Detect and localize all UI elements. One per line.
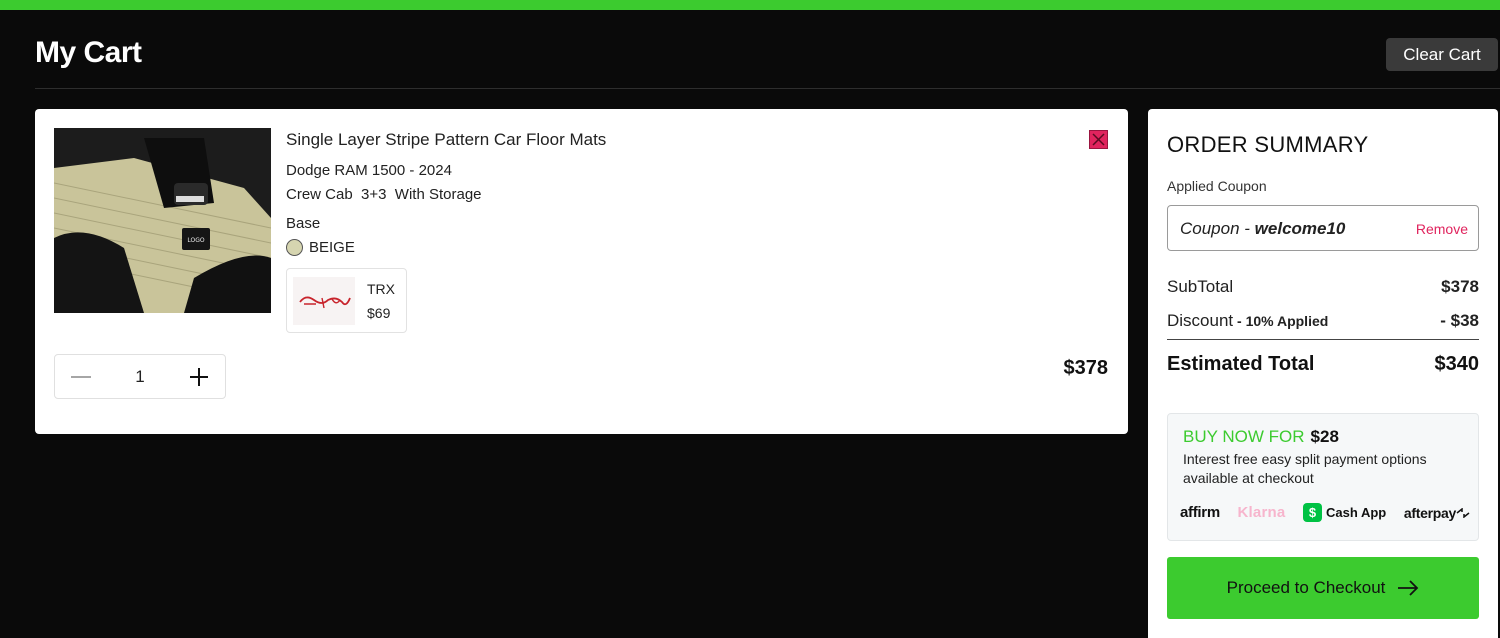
klarna-logo: Klarna [1237,504,1286,521]
plus-icon [190,367,208,386]
addon-card: TRX $69 [286,268,407,333]
applied-coupon-box: Coupon - welcome10 Remove [1167,205,1479,251]
product-title[interactable]: Single Layer Stripe Pattern Car Floor Ma… [286,130,606,150]
cart-item-card: LOGO Single Layer Stripe Pattern Car Flo… [35,109,1128,434]
bnpl-amount: $28 [1310,427,1339,446]
subtotal-label: SubTotal [1167,277,1234,296]
estimated-total-row: Estimated Total $340 [1167,353,1479,376]
subtotal-value: $378 [1441,277,1479,296]
checkout-label: Proceed to Checkout [1226,578,1386,597]
discount-value: - $38 [1440,311,1479,330]
subtotal-row: SubTotal $378 [1167,277,1479,297]
color-swatch [286,239,303,256]
minus-icon [71,375,91,378]
applied-coupon-label: Applied Coupon [1167,178,1267,194]
summary-title: ORDER SUMMARY [1167,132,1369,157]
addon-logo-image [293,277,355,325]
buy-now-pay-later-box: BUY NOW FOR $28 Interest free easy split … [1167,413,1479,541]
discount-label: Discount [1167,311,1234,330]
product-vehicle: Dodge RAM 1500 - 2024 [286,162,452,179]
decrease-quantity-button[interactable] [55,355,107,398]
remove-coupon-link[interactable]: Remove [1416,221,1468,237]
discount-row: Discount - 10% Applied - $38 [1167,311,1479,331]
cash-app-name: Cash App [1326,505,1387,520]
quantity-value[interactable]: 1 [107,367,173,387]
product-color: BEIGE [286,239,355,256]
afterpay-logo: afterpay [1404,505,1470,521]
page-title: My Cart [35,36,142,69]
estimated-total-label: Estimated Total [1167,353,1315,375]
discount-note: - 10% Applied [1233,313,1329,329]
increase-quantity-button[interactable] [173,355,225,398]
bnpl-headline: BUY NOW FOR $28 [1183,427,1339,447]
remove-item-button[interactable] [1089,130,1108,149]
product-trim: Base [286,215,321,232]
clear-cart-button[interactable]: Clear Cart [1386,38,1498,71]
afterpay-arrows-icon [1456,506,1470,519]
bnpl-description: Interest free easy split payment options… [1183,451,1427,486]
top-accent-bar [0,0,1500,10]
order-summary-panel: ORDER SUMMARY Applied Coupon Coupon - we… [1148,109,1498,638]
coupon-code: welcome10 [1254,219,1346,238]
summary-divider [1167,339,1479,340]
coupon-text: Coupon - welcome10 [1180,219,1345,239]
addon-price: $69 [367,305,391,321]
quantity-stepper: 1 [54,354,226,399]
product-config: Crew Cab 3+3 With Storage [286,186,482,203]
discount-label-group: Discount - 10% Applied [1167,311,1328,331]
coupon-prefix: Coupon - [1180,219,1255,238]
afterpay-name: afterpay [1403,504,1456,521]
affirm-logo: affirm [1180,504,1220,521]
arrow-right-icon [1398,580,1419,596]
cash-app-icon: $ [1303,503,1323,522]
addon-name: TRX [367,281,395,297]
svg-text:LOGO: LOGO [187,237,205,244]
color-name: BEIGE [309,239,355,256]
product-image: LOGO [54,128,271,313]
line-total: $378 [1063,357,1109,379]
bnpl-headline-text: BUY NOW FOR [1183,427,1305,446]
estimated-total-value: $340 [1434,353,1480,375]
payment-providers: affirm Klarna $ Cash App afterpay [1180,503,1470,522]
close-icon [1092,133,1105,146]
header-divider [35,88,1500,89]
proceed-to-checkout-button[interactable]: Proceed to Checkout [1167,557,1479,619]
cash-app-logo: $ Cash App [1303,503,1386,522]
